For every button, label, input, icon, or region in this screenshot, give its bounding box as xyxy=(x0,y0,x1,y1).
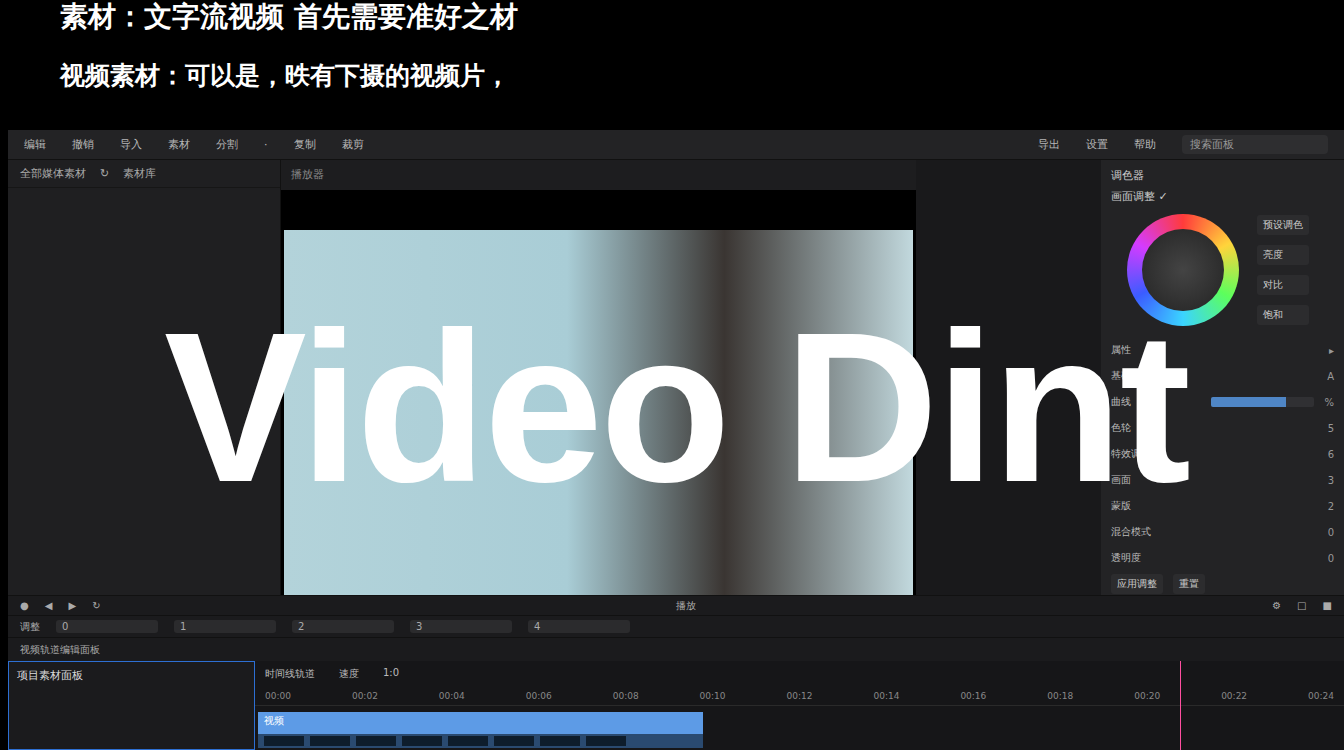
toolbar-item[interactable]: 设置 xyxy=(1086,137,1108,152)
media-label: 素材库 xyxy=(123,166,156,181)
track-row: 视频轨道编辑面板 xyxy=(8,637,1344,661)
timeline-panel: 项目素材面板 xyxy=(8,661,255,750)
inspector-section: 画面调整 ✓ xyxy=(1111,189,1334,204)
media-panel: 全部媒体素材 ↻ 素材库 xyxy=(8,160,281,595)
playback-control[interactable]: ↻ xyxy=(92,600,100,611)
video-frame xyxy=(284,230,913,595)
playback-label: 播放 xyxy=(676,599,696,613)
playback-control[interactable]: ■ xyxy=(1323,600,1332,611)
property-row[interactable]: 混合模式0 xyxy=(1111,522,1334,542)
edit-field[interactable]: 2 xyxy=(292,620,394,633)
timeline: 项目素材面板时间线轨道速度1:000:0000:0200:0400:0600:0… xyxy=(8,661,1344,750)
toolbar-item[interactable]: 编辑 xyxy=(24,137,46,152)
edit-field[interactable]: 0 xyxy=(56,620,158,633)
toolbar-item[interactable]: 导出 xyxy=(1038,137,1060,152)
wheel-button[interactable]: 对比 xyxy=(1257,275,1309,295)
property-row[interactable]: 色轮5 xyxy=(1111,418,1334,438)
media-panel-bar: 全部媒体素材 ↻ 素材库 xyxy=(8,160,280,188)
edit-field[interactable]: 1 xyxy=(174,620,276,633)
playback-control[interactable]: ▶ xyxy=(68,600,76,611)
toolbar-item[interactable]: 帮助 xyxy=(1134,137,1156,152)
video-clip[interactable]: 视频 xyxy=(258,712,703,734)
workspace: 全部媒体素材 ↻ 素材库 播放器 调色器画面调整 ✓ 预设调色亮度对比饱和属性▸ 基础调整A… xyxy=(8,160,1344,595)
property-row[interactable]: 透明度0 xyxy=(1111,548,1334,568)
panel-gap xyxy=(916,160,1101,595)
edit-field[interactable]: 4 xyxy=(528,620,630,633)
toolbar-item[interactable]: 复制 xyxy=(294,137,316,152)
wheel-button[interactable]: 饱和 xyxy=(1257,305,1309,325)
inspector-panel: 调色器画面调整 ✓ 预设调色亮度对比饱和属性▸ 基础调整A 曲线% 色轮5 特效调整6 画面… xyxy=(1101,160,1344,595)
toolbar-item[interactable]: 导入 xyxy=(120,137,142,152)
toolbar-item[interactable]: 素材 xyxy=(168,137,190,152)
edit-field[interactable]: 3 xyxy=(410,620,512,633)
slide-header: 素材：文字流视频 首先需要准好之材视频素材：可以是，昳有下摄的视频片， xyxy=(0,0,1344,130)
search-field[interactable]: 搜索面板 xyxy=(1182,135,1328,154)
color-wheel-area: 预设调色亮度对比饱和 xyxy=(1111,210,1334,334)
toolbar-item[interactable]: · xyxy=(264,138,268,151)
playback-control[interactable]: □ xyxy=(1297,600,1306,611)
playhead[interactable] xyxy=(1180,661,1181,750)
preview-header: 播放器 xyxy=(281,160,916,190)
footer-button[interactable]: 应用调整 xyxy=(1111,574,1163,594)
clip-thumbnails xyxy=(258,734,703,748)
overlay-title: Video Dint xyxy=(8,300,1344,514)
video-editor: 编辑 撤销 导入 素材 分割 · 复制 裁剪 导出 设置 帮助 搜索面板全部媒体素材 ↻ 素材库 播放器 调色… xyxy=(8,130,1344,750)
preview-area: 播放器 xyxy=(281,160,916,595)
playback-control[interactable]: ⚙ xyxy=(1272,600,1281,611)
inspector-header: 调色器 xyxy=(1111,168,1334,183)
refresh-icon[interactable]: ↻ xyxy=(100,167,109,180)
wheel-button[interactable]: 预设调色 xyxy=(1257,215,1309,235)
top-toolbar: 编辑 撤销 导入 素材 分割 · 复制 裁剪 导出 设置 帮助 搜索面板 xyxy=(8,130,1344,160)
property-row[interactable]: 基础调整A xyxy=(1111,366,1334,386)
color-wheel-icon[interactable] xyxy=(1127,214,1239,326)
slide-title: 素材：文字流视频 首先需要准好之材 xyxy=(60,0,1284,34)
toolbar-item[interactable]: 裁剪 xyxy=(342,137,364,152)
property-row[interactable]: 曲线% xyxy=(1111,392,1334,412)
wheel-button[interactable]: 亮度 xyxy=(1257,245,1309,265)
edit-row: 调整01234 xyxy=(8,615,1344,637)
property-row[interactable]: 属性▸ xyxy=(1111,340,1334,360)
playback-bar: ● ◀ ▶ ↻ 播放 ⚙ □ ■ xyxy=(8,595,1344,615)
playback-control[interactable]: ● xyxy=(20,600,29,611)
slide-subtitle: 视频素材：可以是，昳有下摄的视频片， xyxy=(60,60,1284,92)
toolbar-item[interactable]: 分割 xyxy=(216,137,238,152)
property-row[interactable]: 蒙版2 xyxy=(1111,496,1334,516)
toolbar-item[interactable]: 撤销 xyxy=(72,137,94,152)
inspector-footer: 应用调整重置 xyxy=(1111,574,1334,594)
property-slider[interactable] xyxy=(1211,397,1314,407)
footer-button[interactable]: 重置 xyxy=(1173,574,1205,594)
media-tab[interactable]: 全部媒体素材 xyxy=(20,166,86,181)
property-row[interactable]: 画面3 xyxy=(1111,470,1334,490)
playback-control[interactable]: ◀ xyxy=(45,600,53,611)
property-row[interactable]: 特效调整6 xyxy=(1111,444,1334,464)
slide-page: 素材：文字流视频 首先需要准好之材视频素材：可以是，昳有下摄的视频片， 编辑 撤销 导… xyxy=(0,0,1344,750)
